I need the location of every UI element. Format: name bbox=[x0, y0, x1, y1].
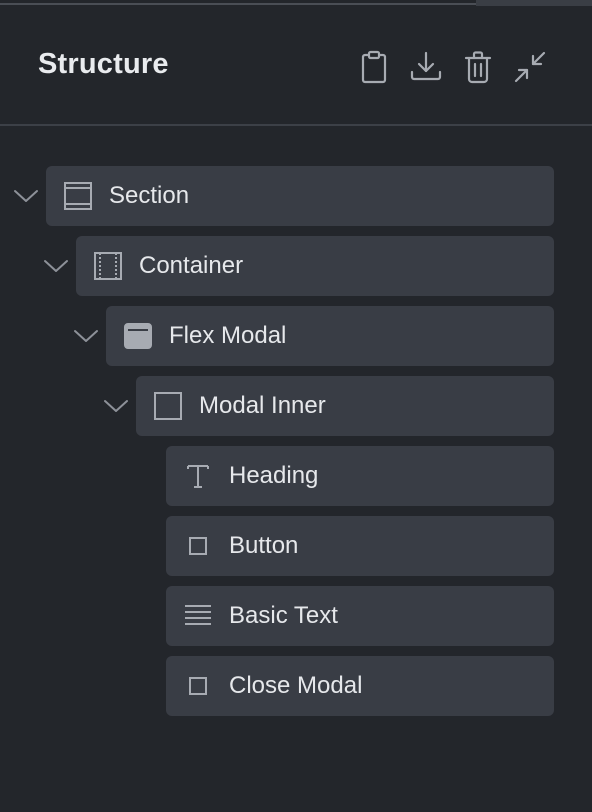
tree-item-label: Heading bbox=[229, 462, 319, 489]
trash-icon[interactable] bbox=[461, 48, 495, 86]
text-t-icon bbox=[182, 460, 214, 492]
download-icon[interactable] bbox=[409, 48, 443, 86]
collapse-icon[interactable] bbox=[513, 48, 547, 86]
tree-item-modal-inner[interactable]: Modal Inner bbox=[136, 376, 554, 436]
tree-item-label: Modal Inner bbox=[199, 392, 326, 419]
expand-chevron-container[interactable] bbox=[41, 251, 71, 281]
tree-item-section[interactable]: Section bbox=[46, 166, 554, 226]
panel-header: Structure bbox=[0, 6, 592, 124]
section-icon bbox=[62, 180, 94, 212]
tree-item-label: Button bbox=[229, 532, 299, 559]
tree-item-close-modal[interactable]: Close Modal bbox=[166, 656, 554, 716]
expand-chevron-section[interactable] bbox=[11, 181, 41, 211]
tree-item-label: Container bbox=[139, 252, 244, 279]
expand-chevron-modal-inner[interactable] bbox=[101, 391, 131, 421]
tree-item-flex-modal[interactable]: Flex Modal bbox=[106, 306, 554, 366]
top-border-line bbox=[0, 3, 476, 5]
copy-clipboard-icon[interactable] bbox=[357, 48, 391, 86]
tree-item-label: Close Modal bbox=[229, 672, 363, 699]
tree-item-label: Section bbox=[109, 182, 190, 209]
container-icon bbox=[92, 250, 124, 282]
expand-chevron-flex-modal[interactable] bbox=[71, 321, 101, 351]
lines-icon bbox=[182, 600, 214, 632]
tree-item-basic-text[interactable]: Basic Text bbox=[166, 586, 554, 646]
panel-title: Structure bbox=[38, 48, 169, 80]
tree-item-container[interactable]: Container bbox=[76, 236, 554, 296]
tree-item-heading[interactable]: Heading bbox=[166, 446, 554, 506]
tree-item-label: Basic Text bbox=[229, 602, 338, 629]
structure-panel: Structure Section Container Flex Modal M… bbox=[0, 0, 592, 812]
tree-item-label: Flex Modal bbox=[169, 322, 287, 349]
header-divider bbox=[0, 124, 592, 126]
small-square-icon bbox=[182, 670, 214, 702]
tree-item-button[interactable]: Button bbox=[166, 516, 554, 576]
modal-icon bbox=[122, 320, 154, 352]
square-outline-icon bbox=[152, 390, 184, 422]
small-square-icon bbox=[182, 530, 214, 562]
